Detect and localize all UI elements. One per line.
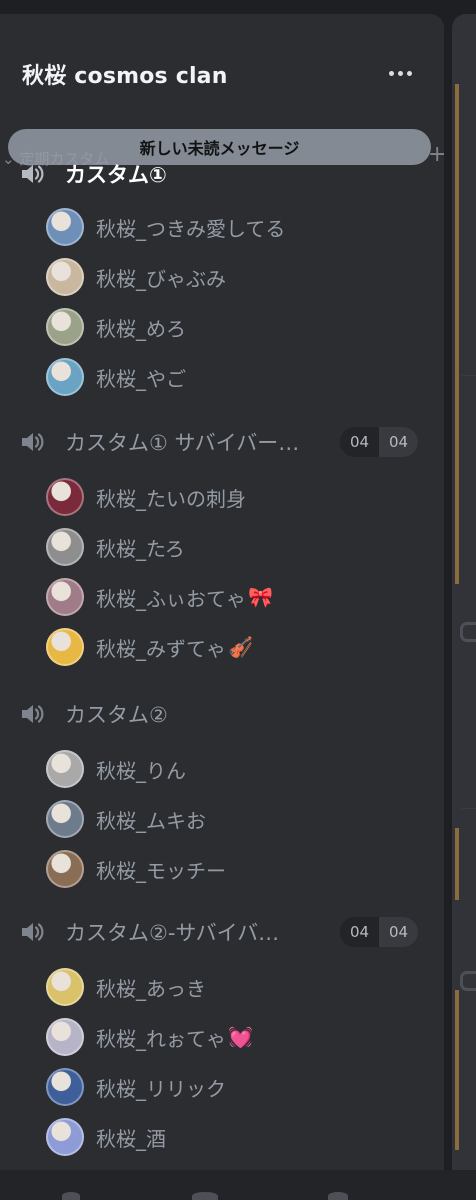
username: 秋桜_モッチー [96,858,226,883]
voice-user[interactable]: 秋桜_ふぃおてゃ 🎀 [46,578,273,616]
voice-user[interactable]: 秋桜_やご [46,358,186,396]
speaker-icon [22,923,44,941]
more-options-button[interactable] [384,58,416,88]
username: 秋桜_ムキお [96,808,206,833]
avatar [46,208,84,246]
channel-name: カスタム① [65,163,167,187]
username: 秋桜_びゃぶみ [96,266,226,291]
user-limit-badge: 04 04 [340,427,418,457]
avatar [46,750,84,788]
username: 秋桜_めろ [96,316,186,341]
channel-name: カスタム① サバイバー… [65,431,300,455]
home-icon[interactable] [62,1192,80,1200]
username: 秋桜_リリック [96,1076,226,1101]
status-emoji: 🎻 [228,635,253,659]
username: 秋桜_たいの刺身 [96,486,246,511]
messages-icon[interactable] [192,1192,218,1200]
status-emoji: 🎀 [248,585,273,609]
voice-user[interactable]: 秋桜_酒 [46,1118,166,1156]
user-limit: 04 [379,917,418,947]
speaker-icon [22,433,44,451]
avatar [46,258,84,296]
avatar [46,628,84,666]
channel-name: カスタム②-サバイバ… [65,921,280,945]
divider [462,808,476,809]
avatar [46,478,84,516]
avatar [46,800,84,838]
voice-user[interactable]: 秋桜_れぉてゃ 💓 [46,1018,253,1056]
username: 秋桜_やご [96,366,186,391]
username: 秋桜_あっき [96,976,206,1001]
speaker-icon [22,705,44,723]
username: 秋桜_つきみ愛してる [96,216,286,241]
mention-highlight-bar [455,828,459,900]
voice-channel[interactable]: カスタム① [20,156,430,192]
voice-user[interactable]: 秋桜_つきみ愛してる [46,208,285,246]
channel-name: カスタム② [65,703,168,727]
voice-user[interactable]: 秋桜_モッチー [46,850,226,888]
mention-highlight-bar [455,84,459,584]
voice-user[interactable]: 秋桜_みずてゃ 🎻 [46,628,253,666]
status-emoji: 💓 [228,1025,253,1049]
avatar [46,578,84,616]
partial-avatar [460,971,476,991]
avatar [46,968,84,1006]
avatar [46,528,84,566]
voice-user[interactable]: 秋桜_びゃぶみ [46,258,226,296]
partial-avatar [460,622,476,642]
speaker-icon [22,165,44,183]
more-horizontal-icon [388,70,394,76]
username: 秋桜_みずてゃ [96,636,226,661]
server-name[interactable]: 秋桜 cosmos clan [22,58,228,90]
voice-channel[interactable]: カスタム② [20,696,430,732]
voice-user[interactable]: 秋桜_たいの刺身 [46,478,246,516]
avatar [46,850,84,888]
username: 秋桜_たろ [96,536,185,561]
username: 秋桜_酒 [96,1126,166,1151]
voice-user[interactable]: 秋桜_めろ [46,308,186,346]
notifications-icon[interactable] [328,1192,348,1200]
avatar [46,1018,84,1056]
user-limit-badge: 04 04 [340,917,418,947]
avatar [46,1068,84,1106]
voice-user[interactable]: 秋桜_あっき [46,968,206,1006]
connected-count: 04 [340,917,379,947]
channel-sidebar: 秋桜 cosmos clan ⌄ 定期カスタム + 新しい未読メッセージ カスタ… [0,14,444,1170]
user-limit: 04 [379,427,418,457]
mention-highlight-bar [455,990,459,1150]
voice-user[interactable]: 秋桜_ムキお [46,800,206,838]
divider [462,375,476,376]
username: 秋桜_りん [96,758,186,783]
avatar [46,1118,84,1156]
username: 秋桜_ふぃおてゃ [96,586,246,611]
avatar [46,308,84,346]
username: 秋桜_れぉてゃ [96,1026,226,1051]
avatar [46,358,84,396]
voice-user[interactable]: 秋桜_たろ [46,528,185,566]
voice-user[interactable]: 秋桜_りん [46,750,186,788]
voice-user[interactable]: 秋桜_リリック [46,1068,226,1106]
connected-count: 04 [340,427,379,457]
